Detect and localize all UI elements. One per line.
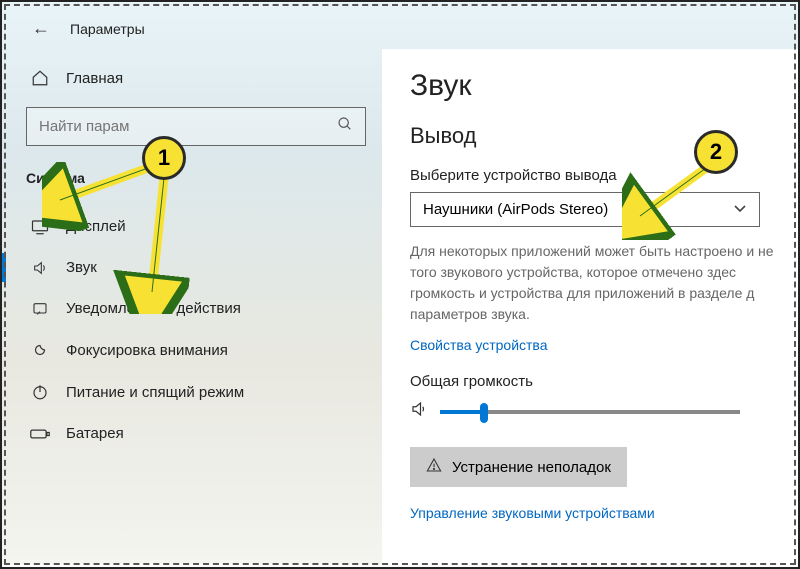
section-output-heading: Вывод [410, 123, 798, 149]
sidebar-item-label: Звук [66, 259, 97, 276]
output-help-text: Для некоторых приложений может быть наст… [410, 241, 798, 325]
sidebar-item-power[interactable]: Питание и спящий режим [22, 371, 382, 413]
warning-icon [426, 457, 442, 477]
battery-icon [30, 427, 50, 441]
volume-slider-fill [440, 410, 484, 414]
nav-home[interactable]: Главная [22, 59, 382, 97]
troubleshoot-label: Устранение неполадок [452, 459, 611, 476]
volume-slider[interactable] [440, 410, 740, 414]
sidebar-item-label: Дисплей [66, 218, 126, 235]
search-input[interactable] [39, 118, 319, 135]
power-icon [30, 383, 50, 401]
page-title: Звук [410, 69, 798, 103]
focus-icon [30, 341, 50, 359]
main-content: Звук Вывод Выберите устройство вывода На… [382, 49, 798, 564]
volume-slider-thumb[interactable] [480, 403, 488, 423]
sidebar-item-notifications[interactable]: Уведомления и действия [22, 288, 382, 329]
sidebar-group-system: Система [22, 164, 382, 206]
sidebar-item-label: Питание и спящий режим [66, 384, 244, 401]
sidebar-item-label: Батарея [66, 425, 124, 442]
display-icon [30, 219, 50, 235]
header-title: Параметры [70, 21, 145, 37]
troubleshoot-button[interactable]: Устранение неполадок [410, 447, 627, 487]
home-icon [30, 69, 50, 87]
sidebar-item-focus[interactable]: Фокусировка внимания [22, 329, 382, 371]
volume-icon[interactable] [410, 400, 428, 423]
back-icon[interactable]: ← [32, 18, 50, 39]
search-icon [337, 116, 353, 137]
output-device-value: Наушники (AirPods Stereo) [423, 201, 608, 218]
output-device-label: Выберите устройство вывода [410, 167, 798, 184]
chevron-down-icon [733, 201, 747, 218]
sidebar-item-sound[interactable]: Звук [22, 247, 382, 288]
manage-audio-link[interactable]: Управление звуковыми устройствами [410, 505, 655, 521]
sound-icon [30, 260, 50, 276]
search-box[interactable] [26, 107, 366, 146]
notifications-icon [30, 301, 50, 317]
sidebar-item-label: Фокусировка внимания [66, 342, 228, 359]
header: ← Параметры [2, 2, 798, 49]
volume-label: Общая громкость [410, 373, 798, 390]
sidebar-item-label: Уведомления и действия [66, 300, 241, 317]
device-properties-link[interactable]: Свойства устройства [410, 337, 548, 353]
sidebar-item-display[interactable]: Дисплей [22, 206, 382, 247]
nav-home-label: Главная [66, 70, 123, 87]
sidebar-item-battery[interactable]: Батарея [22, 413, 382, 454]
sidebar: Главная Система Дисплей Звук Уведо [2, 49, 382, 564]
output-device-select[interactable]: Наушники (AirPods Stereo) [410, 192, 760, 227]
